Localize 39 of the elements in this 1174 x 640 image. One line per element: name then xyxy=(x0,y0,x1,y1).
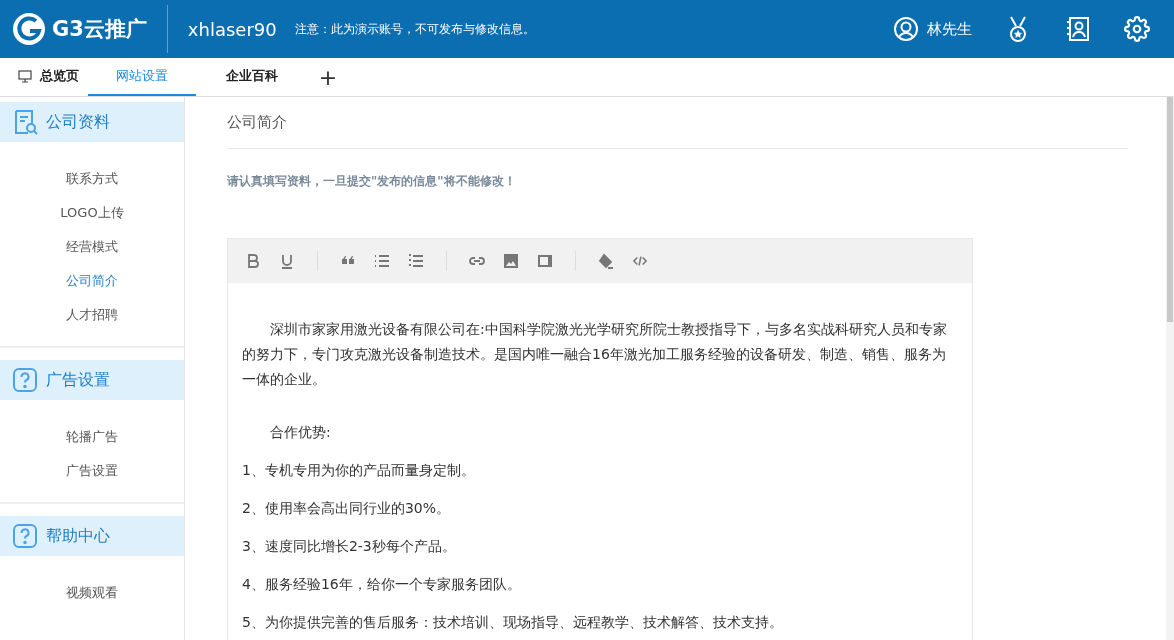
sidebar-item[interactable]: LOGO上传 xyxy=(60,204,124,222)
help-icon xyxy=(12,523,38,549)
sidebar-item[interactable]: 联系方式 xyxy=(66,170,118,188)
editor-paragraph: 合作优势: xyxy=(269,423,332,442)
sidebar-item[interactable]: 公司简介 xyxy=(66,272,118,290)
rich-text-editor[interactable] xyxy=(227,238,973,640)
logo-text: G3云推广 xyxy=(52,16,147,43)
account-name: xhlaser90 xyxy=(187,18,277,40)
sidebar-item[interactable]: 经营模式 xyxy=(66,238,118,256)
sidebar-item[interactable]: 人才招聘 xyxy=(66,306,118,324)
scrollbar-thumb[interactable] xyxy=(1167,97,1173,322)
editor-paragraph: 3、速度同比增长2-3秒每个产品。 xyxy=(242,537,457,556)
tab[interactable]: 总览页 xyxy=(8,58,88,96)
scrollbar[interactable] xyxy=(1166,97,1174,640)
section-title[interactable]: 公司资料 xyxy=(46,111,110,133)
editor-paragraph: 4、服务经验16年，给你一个专家服务团队。 xyxy=(242,575,522,594)
monitor-icon xyxy=(17,69,32,83)
editor-paragraph: 2、使用率会高出同行业的30%。 xyxy=(242,499,452,518)
help-icon xyxy=(12,367,38,393)
user-icon[interactable] xyxy=(893,16,919,42)
editor-paragraph: 5、为你提供完善的售后服务：技术培训、现场指导、远程教学、技术解答、技术支持。 xyxy=(242,613,784,632)
add-tab-button[interactable]: + xyxy=(308,58,348,96)
warning-text: 请认真填写资料，一旦提交"发布的信息"将不能修改！ xyxy=(227,173,517,190)
sidebar-item[interactable]: 视频观看 xyxy=(66,584,118,602)
section-title[interactable]: 帮助中心 xyxy=(46,525,110,547)
editor-paragraph: 1、专机专用为你的产品而量身定制。 xyxy=(242,461,476,480)
section-title[interactable]: 广告设置 xyxy=(46,369,110,391)
notice-text: 注意：此为演示账号，不可发布与修改信息。 xyxy=(294,20,535,38)
editor-paragraph: 深圳市家家用激光设备有限公司在:中国科学院激光光学研究所院士教授指导下，与多名实战科研究人员和专家的努力下，专门攻克激光设备制造技术。是国内唯一融合16年激光加工服务经验的设备研发、制造、销售、服务为一体的企业。 xyxy=(242,320,948,389)
user-name[interactable]: 林先生 xyxy=(927,19,972,39)
logo-icon xyxy=(12,12,46,46)
contacts-icon[interactable] xyxy=(1064,16,1090,42)
sidebar-item[interactable]: 广告设置 xyxy=(66,462,118,480)
sidebar-item[interactable]: 轮播广告 xyxy=(66,428,118,446)
tab[interactable]: 企业百科 xyxy=(196,58,308,96)
settings-icon[interactable] xyxy=(1124,16,1150,42)
tab[interactable]: 网站设置 xyxy=(88,58,196,96)
document-search-icon xyxy=(12,109,38,135)
page-title: 公司简介 xyxy=(227,97,1128,149)
